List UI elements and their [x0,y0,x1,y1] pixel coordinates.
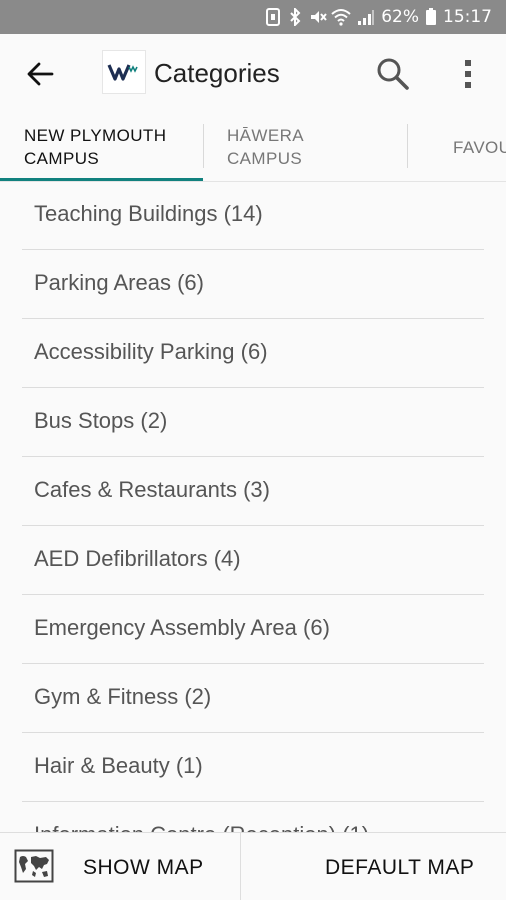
back-arrow-icon [27,62,54,86]
tab-hawera-campus[interactable]: HĀWERA CAMPUS [227,124,304,170]
status-bar: 62% 15:17 [0,0,506,34]
search-button[interactable] [373,54,413,94]
category-list: Teaching Buildings (14) Parking Areas (6… [0,182,506,832]
list-item[interactable]: Gym & Fitness (2) [22,665,484,733]
show-map-button[interactable]: SHOW MAP [0,833,240,900]
tab-label-line: CAMPUS [227,149,303,168]
tab-label-line: NEW PLYMOUTH [24,126,167,145]
list-item[interactable]: Parking Areas (6) [22,251,484,319]
tab-label-line: CAMPUS [24,149,100,168]
back-button[interactable] [20,54,60,94]
tab-favourites[interactable]: FAVOU [453,136,506,159]
wifi-icon [331,8,351,26]
tab-divider [203,124,204,168]
category-label: Accessibility Parking (6) [34,339,268,364]
category-label: Gym & Fitness (2) [34,684,212,709]
bottom-bar: SHOW MAP DEFAULT MAP [0,832,506,900]
list-item[interactable]: Cafes & Restaurants (3) [22,458,484,526]
tab-divider [407,124,408,168]
category-label: Emergency Assembly Area (6) [34,615,330,640]
list-item[interactable]: Emergency Assembly Area (6) [22,596,484,664]
list-item[interactable]: Accessibility Parking (6) [22,320,484,388]
bluetooth-icon [287,6,303,28]
category-label: Information Centre (Reception) (1) [34,822,369,832]
list-item[interactable]: Hair & Beauty (1) [22,734,484,802]
campus-tabs: NEW PLYMOUTH CAMPUS HĀWERA CAMPUS FAVOU [0,116,506,182]
default-map-label: DEFAULT MAP [325,856,475,879]
category-label: Parking Areas (6) [34,270,204,295]
active-tab-indicator [0,178,203,181]
tab-new-plymouth-campus[interactable]: NEW PLYMOUTH CAMPUS [24,124,166,170]
overflow-menu-button[interactable] [448,54,488,94]
app-bar: Categories [0,34,506,116]
page-title: Categories [154,58,280,88]
category-label: AED Defibrillators (4) [34,546,241,571]
list-item[interactable]: AED Defibrillators (4) [22,527,484,595]
battery-icon [425,8,437,26]
category-label: Hair & Beauty (1) [34,753,203,778]
world-map-icon [14,849,54,883]
more-vert-icon [465,60,471,88]
default-map-button[interactable]: DEFAULT MAP [241,833,506,900]
list-item[interactable]: Bus Stops (2) [22,389,484,457]
battery-percent: 62% [381,7,419,27]
category-label: Bus Stops (2) [34,408,168,433]
category-label: Teaching Buildings (14) [34,201,263,226]
tab-label-line: HĀWERA [227,126,305,145]
nfc-icon [265,8,281,26]
status-icons: 62% 15:17 [265,6,492,28]
app-logo [102,50,146,94]
show-map-label: SHOW MAP [83,856,204,879]
clock: 15:17 [443,7,492,27]
search-icon [377,58,409,90]
signal-icon [357,8,375,26]
category-label: Cafes & Restaurants (3) [34,477,270,502]
list-item[interactable]: Information Centre (Reception) (1) [22,803,484,832]
tab-label-line: FAVOU [453,138,506,157]
mute-icon [309,8,327,26]
witt-logo-icon [107,64,138,81]
list-item[interactable]: Teaching Buildings (14) [22,182,484,250]
